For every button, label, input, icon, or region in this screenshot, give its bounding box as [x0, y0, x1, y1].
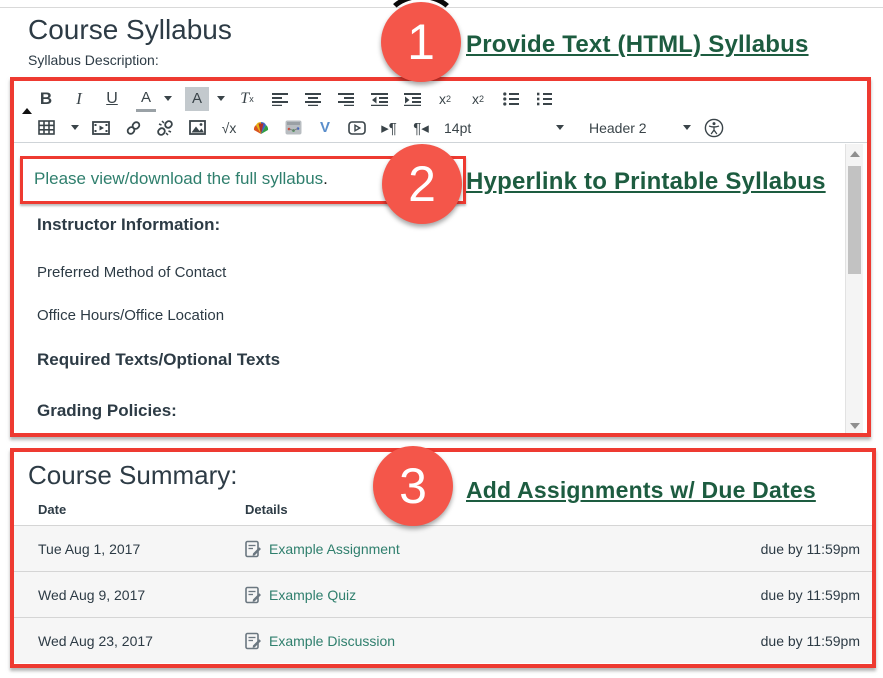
bold-button[interactable]: B: [37, 87, 55, 111]
indent-icon[interactable]: [403, 87, 421, 111]
apps-peacock-icon[interactable]: [252, 116, 270, 140]
row-due-time: due by 11:59pm: [761, 587, 872, 603]
editor-body-text: Instructor Information: Preferred Method …: [37, 215, 717, 421]
media-icon[interactable]: [92, 116, 110, 140]
text-color-caret-icon[interactable]: [164, 96, 172, 101]
ltr-direction-icon[interactable]: ▸¶: [380, 116, 398, 140]
editor-paragraph: Grading Policies:: [37, 401, 717, 421]
outdent-icon[interactable]: [370, 87, 388, 111]
external-tool-icon[interactable]: [284, 116, 302, 140]
font-size-select[interactable]: 14pt: [444, 116, 540, 140]
annotation-circle-3: 3: [373, 446, 453, 526]
clear-formatting-x: x: [249, 94, 254, 104]
subscript-sub: 2: [479, 94, 484, 104]
annotation-link-add-assignments[interactable]: Add Assignments w/ Due Dates: [466, 477, 816, 504]
editor-paragraph: Preferred Method of Contact: [37, 264, 717, 281]
syllabus-description-label: Syllabus Description:: [28, 52, 159, 68]
align-right-icon[interactable]: [337, 87, 355, 111]
annotation-number-3: 3: [399, 457, 427, 515]
background-color-button[interactable]: A: [185, 87, 209, 111]
row-date: Wed Aug 23, 2017: [14, 633, 245, 649]
annotation-number-1: 1: [407, 13, 435, 71]
vimeo-icon[interactable]: V: [316, 116, 334, 140]
assignment-icon: [245, 586, 262, 604]
annotation-number-2: 2: [408, 155, 436, 213]
paragraph-format-select[interactable]: Header 2: [589, 116, 667, 140]
column-header-date: Date: [38, 502, 66, 517]
video-embed-icon[interactable]: [348, 116, 366, 140]
format-caret-icon[interactable]: [683, 125, 691, 130]
text-color-button[interactable]: A: [136, 85, 156, 112]
assignment-link[interactable]: Example Discussion: [269, 633, 395, 649]
subscript-base: x: [472, 91, 479, 107]
column-header-details: Details: [245, 502, 288, 517]
scrollbar-thumb[interactable]: [848, 166, 861, 274]
subscript-button[interactable]: x2: [469, 87, 487, 111]
clear-formatting-t: T: [240, 90, 249, 108]
scroll-down-icon[interactable]: [850, 423, 860, 429]
summary-table-row: Wed Aug 23, 2017 Example Discussion due by…: [14, 617, 872, 663]
editor-paragraph: Instructor Information:: [37, 215, 717, 235]
assignment-link[interactable]: Example Quiz: [269, 587, 356, 603]
unlink-icon[interactable]: [156, 116, 174, 140]
annotation-link-hyperlink[interactable]: Hyperlink to Printable Syllabus: [466, 168, 826, 196]
syllabus-page: Course Syllabus Syllabus Description: 1 …: [0, 0, 883, 678]
superscript-exp: 2: [446, 94, 451, 104]
editor-paragraph: Required Texts/Optional Texts: [37, 350, 717, 370]
table-icon[interactable]: [37, 116, 55, 140]
row-date: Tue Aug 1, 2017: [14, 541, 245, 557]
table-caret-icon[interactable]: [71, 125, 79, 130]
annotation-circle-1: 1: [381, 2, 461, 82]
editor-toolbar: B I U A A Tx: [13, 80, 869, 142]
italic-button[interactable]: I: [70, 87, 88, 111]
editor-paragraph: Office Hours/Office Location: [37, 307, 717, 324]
clear-formatting-button[interactable]: Tx: [238, 87, 256, 111]
superscript-base: x: [439, 91, 446, 107]
row-due-time: due by 11:59pm: [761, 541, 872, 557]
summary-table-row: Wed Aug 9, 2017 Example Quiz due by 11:59p…: [14, 571, 872, 617]
align-left-icon[interactable]: [271, 87, 289, 111]
scroll-up-icon[interactable]: [850, 151, 860, 157]
rich-content-editor: B I U A A Tx: [13, 80, 869, 434]
equation-icon[interactable]: √x: [220, 116, 238, 140]
background-color-caret-icon[interactable]: [217, 96, 225, 101]
link-icon[interactable]: [124, 116, 142, 140]
superscript-button[interactable]: x2: [436, 87, 454, 111]
rtl-direction-icon[interactable]: ¶◂: [412, 116, 430, 140]
summary-table-row: Tue Aug 1, 2017 Example Assignment due by …: [14, 525, 872, 571]
underline-button[interactable]: U: [103, 87, 121, 111]
annotation-link-provide-text[interactable]: Provide Text (HTML) Syllabus: [466, 31, 809, 59]
assignment-icon: [245, 540, 262, 558]
summary-table-body: Tue Aug 1, 2017 Example Assignment due by …: [14, 525, 872, 663]
tooltip-arrow: [22, 108, 32, 114]
annotation-circle-2: 2: [382, 144, 462, 224]
assignment-icon: [245, 632, 262, 650]
font-size-caret-icon[interactable]: [556, 125, 564, 130]
row-due-time: due by 11:59pm: [761, 633, 872, 649]
bullet-list-icon[interactable]: [502, 87, 520, 111]
assignment-link[interactable]: Example Assignment: [269, 541, 400, 557]
accessibility-checker-icon[interactable]: [704, 116, 724, 140]
editor-scrollbar[interactable]: [845, 144, 863, 436]
numbered-list-icon[interactable]: [535, 87, 553, 111]
row-date: Wed Aug 9, 2017: [14, 587, 245, 603]
image-icon[interactable]: [188, 116, 206, 140]
page-title: Course Syllabus: [28, 14, 232, 46]
align-center-icon[interactable]: [304, 87, 322, 111]
